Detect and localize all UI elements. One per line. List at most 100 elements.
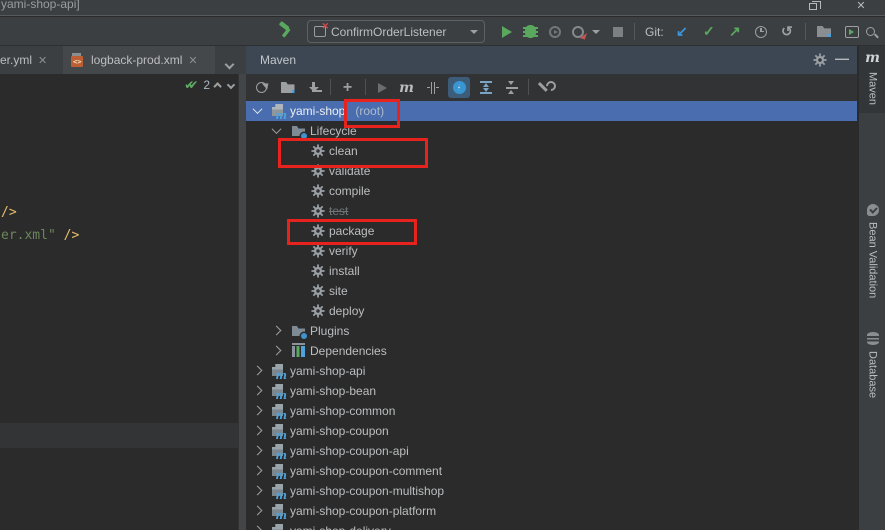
tree-row[interactable]: yami-shop (root) bbox=[246, 101, 857, 121]
git-push-button[interactable]: ↗ bbox=[729, 23, 741, 40]
row-icon bbox=[271, 483, 287, 499]
run-configuration-select[interactable]: ConfirmOrderListener bbox=[307, 20, 485, 43]
debug-button[interactable] bbox=[525, 23, 536, 40]
chevron-icon[interactable] bbox=[272, 124, 282, 134]
tree-row[interactable]: yami-shop-api bbox=[246, 361, 857, 381]
code-line: er.xml" /> bbox=[1, 228, 79, 243]
tree-row[interactable]: deploy bbox=[246, 301, 857, 321]
tree-row[interactable]: yami-shop-coupon bbox=[246, 421, 857, 441]
row-label: yami-shop-coupon bbox=[290, 424, 389, 438]
tree-row[interactable]: yami-shop-coupon-comment bbox=[246, 461, 857, 481]
collapse-all-icon[interactable] bbox=[503, 79, 520, 96]
run-maven-build-icon[interactable] bbox=[374, 79, 391, 96]
git-commit-button[interactable]: ✓ bbox=[703, 23, 715, 40]
row-icon bbox=[271, 383, 287, 399]
row-label: yami-shop-delivery bbox=[290, 524, 391, 530]
editor-pane[interactable]: ✔✔ 2 /> er.xml" /> bbox=[0, 74, 238, 530]
row-label: verify bbox=[329, 244, 358, 258]
search-everywhere-button[interactable] bbox=[866, 23, 875, 40]
tree-row[interactable]: yami-shop-delivery bbox=[246, 521, 857, 530]
tab-logback-prod-xml[interactable]: logback-prod.xml ✕ bbox=[63, 46, 215, 74]
chevron-icon[interactable] bbox=[253, 426, 263, 436]
toggle-skip-tests-icon[interactable] bbox=[448, 77, 470, 98]
row-label: yami-shop-common bbox=[290, 404, 395, 418]
inspection-check-icon: ✔✔ bbox=[184, 78, 192, 92]
add-maven-project-icon[interactable]: + bbox=[339, 79, 356, 96]
tree-row[interactable]: compile bbox=[246, 181, 857, 201]
chevron-icon[interactable] bbox=[253, 406, 263, 416]
row-label: site bbox=[329, 284, 348, 298]
expand-all-icon[interactable] bbox=[477, 79, 494, 96]
toolbar-separator bbox=[805, 23, 806, 40]
row-label: yami-shop-coupon-api bbox=[290, 444, 409, 458]
previous-problem-chevron-icon[interactable] bbox=[213, 82, 221, 90]
restore-window-icon[interactable] bbox=[806, 1, 818, 13]
toolbar-separator bbox=[634, 23, 635, 40]
tree-row[interactable]: Plugins bbox=[246, 321, 857, 341]
run-anything-button[interactable] bbox=[845, 23, 859, 40]
tree-row[interactable]: yami-shop-coupon-api bbox=[246, 441, 857, 461]
close-window-icon[interactable]: ✕ bbox=[855, 0, 867, 12]
code-line: /> bbox=[1, 205, 17, 220]
stripe-button-database[interactable]: Database bbox=[859, 332, 885, 398]
row-icon bbox=[271, 103, 287, 119]
tree-row[interactable]: Dependencies bbox=[246, 341, 857, 361]
chevron-icon[interactable] bbox=[253, 486, 263, 496]
generate-sources-folder-icon[interactable] bbox=[279, 79, 296, 96]
hidden-tabs-chevron-icon[interactable] bbox=[226, 55, 234, 63]
chevron-icon[interactable] bbox=[253, 104, 263, 114]
git-update-button[interactable]: ↙ bbox=[676, 23, 688, 40]
inspections-widget[interactable]: ✔✔ 2 bbox=[184, 78, 234, 92]
stop-button[interactable] bbox=[613, 23, 623, 40]
run-button[interactable] bbox=[502, 23, 512, 40]
search-icon bbox=[866, 27, 875, 36]
panel-splitter[interactable] bbox=[238, 74, 246, 530]
tool-window-settings-gear-icon[interactable] bbox=[813, 53, 827, 67]
tab-docker-yml[interactable]: ker.yml ✕ bbox=[0, 46, 55, 74]
row-icon bbox=[271, 503, 287, 519]
download-sources-icon[interactable] bbox=[305, 79, 322, 96]
invalid-run-config-icon bbox=[314, 26, 326, 37]
coverage-icon bbox=[549, 26, 561, 38]
chevron-icon[interactable] bbox=[253, 446, 263, 456]
coverage-button[interactable] bbox=[549, 23, 561, 40]
tree-row[interactable]: test bbox=[246, 201, 857, 221]
git-rollback-button[interactable]: ↺ bbox=[781, 23, 793, 40]
chevron-icon[interactable] bbox=[253, 466, 263, 476]
maven-settings-wrench-icon[interactable] bbox=[537, 79, 554, 96]
git-history-button[interactable] bbox=[755, 23, 767, 40]
profiler-button[interactable] bbox=[572, 23, 584, 40]
window-play-icon bbox=[845, 26, 859, 38]
git-label: Git: bbox=[645, 23, 664, 40]
tree-row[interactable]: yami-shop-coupon-multishop bbox=[246, 481, 857, 501]
toggle-offline-mode-icon[interactable] bbox=[424, 79, 441, 96]
execute-maven-goal-icon[interactable]: m bbox=[398, 79, 415, 96]
chevron-icon[interactable] bbox=[253, 386, 263, 396]
build-hammer-icon[interactable] bbox=[277, 21, 295, 39]
next-problem-chevron-icon[interactable] bbox=[227, 81, 235, 89]
stripe-label: Bean Validation bbox=[867, 222, 879, 298]
chevron-icon[interactable] bbox=[253, 506, 263, 516]
stripe-button-bean-validation[interactable]: Bean Validation bbox=[859, 204, 885, 298]
tree-row[interactable]: site bbox=[246, 281, 857, 301]
row-icon bbox=[271, 423, 287, 439]
xml-file-icon bbox=[71, 53, 85, 67]
tree-row[interactable]: yami-shop-common bbox=[246, 401, 857, 421]
tree-row[interactable]: install bbox=[246, 261, 857, 281]
project-structure-button[interactable] bbox=[817, 23, 831, 40]
row-label: yami-shop-coupon-platform bbox=[290, 504, 436, 518]
chevron-icon[interactable] bbox=[253, 526, 263, 530]
chevron-icon[interactable] bbox=[253, 366, 263, 376]
profiler-dropdown[interactable] bbox=[592, 23, 600, 40]
close-tab-icon[interactable]: ✕ bbox=[38, 54, 47, 67]
row-icon bbox=[291, 323, 307, 339]
hide-tool-window-icon[interactable]: — bbox=[835, 50, 849, 66]
toolbar-separator bbox=[330, 79, 331, 95]
tree-row[interactable]: yami-shop-bean bbox=[246, 381, 857, 401]
chevron-icon[interactable] bbox=[272, 326, 282, 336]
close-tab-icon[interactable]: ✕ bbox=[188, 54, 197, 67]
stripe-button-maven[interactable]: m Maven bbox=[859, 46, 885, 113]
tree-row[interactable]: yami-shop-coupon-platform bbox=[246, 501, 857, 521]
reimport-maven-icon[interactable] bbox=[253, 79, 270, 96]
chevron-icon[interactable] bbox=[272, 346, 282, 356]
